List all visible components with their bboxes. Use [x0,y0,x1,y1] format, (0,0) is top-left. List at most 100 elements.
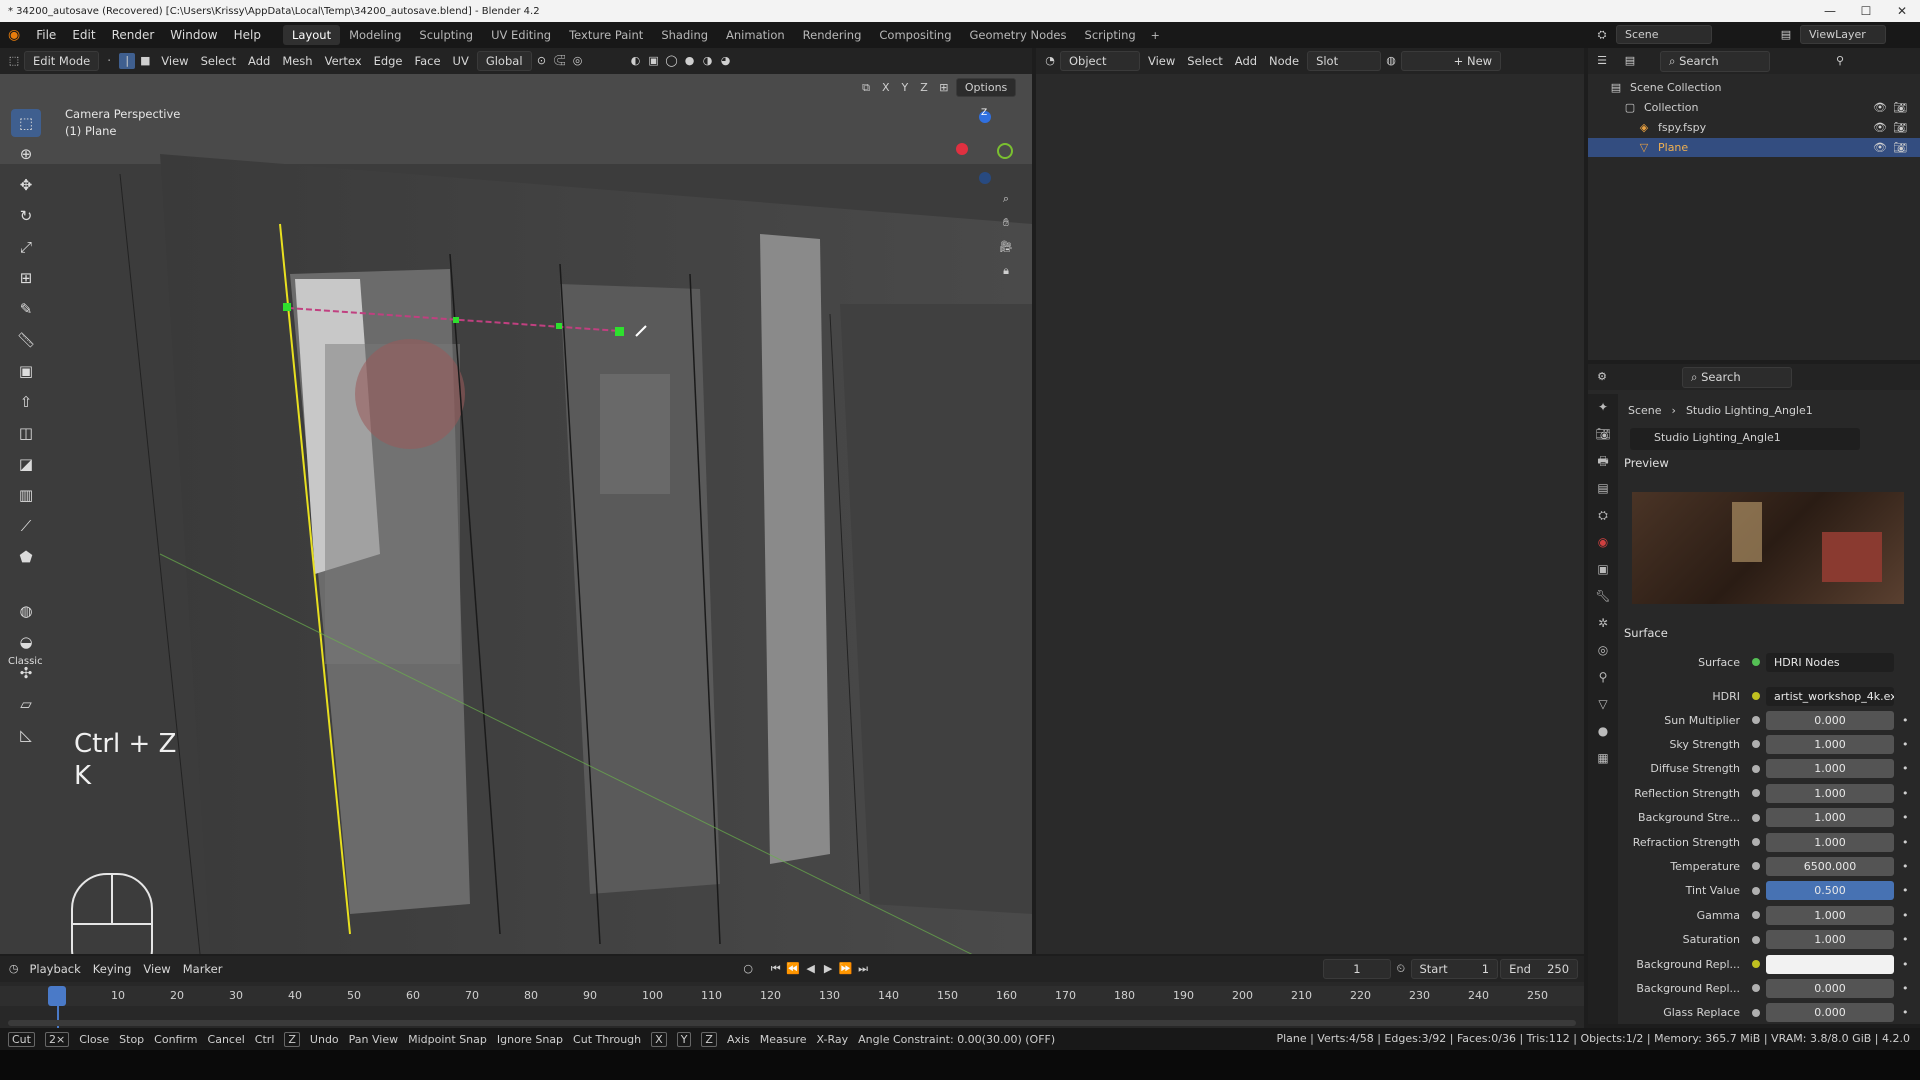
keyframe-dot-icon[interactable]: • [1902,738,1909,751]
outliner-editor-icon[interactable]: ☰ [1594,53,1610,69]
axis-x[interactable]: X [878,81,894,94]
face-select-icon[interactable]: ■ [137,53,153,69]
properties-editor-icon[interactable]: ⚙ [1594,369,1610,385]
tool-scale[interactable]: ⤢ [11,233,41,261]
tool-add-cube[interactable]: ▣ [11,357,41,385]
tab-shading[interactable]: Shading [652,25,717,45]
hdri-value[interactable]: artist_workshop_4k.exr.... [1766,686,1894,706]
keyframe-dot-icon[interactable]: • [1902,836,1909,849]
tool-inset[interactable]: ◫ [11,419,41,447]
shader-node-editor[interactable] [1036,74,1584,954]
viewport-menu-mesh[interactable]: Mesh [276,52,318,70]
jump-start-icon[interactable]: ⏮ [768,961,783,977]
timeline-menu-marker[interactable]: Marker [177,960,229,978]
viewport-menu-view[interactable]: View [155,52,194,70]
texture-tab-icon[interactable]: ▦ [1588,745,1618,772]
tool-rip[interactable]: ◺ [11,721,41,749]
material-shading-icon[interactable]: ◑ [700,53,716,69]
keyframe-dot-icon[interactable]: • [1902,958,1909,971]
render-camera-icon[interactable]: 📷︎ [1892,140,1908,156]
keyframe-dot-icon[interactable]: • [1902,884,1909,897]
view-layer-tab-icon[interactable]: ▤ [1588,475,1618,502]
prev-key-icon[interactable]: ⏪ [785,961,800,977]
display-mode-icon[interactable]: ▤ [1622,53,1638,69]
axis-z[interactable]: Z [916,81,932,94]
field-value[interactable]: 1.000 [1766,783,1894,803]
wireframe-shading-icon[interactable]: ◯ [664,53,680,69]
field-value[interactable]: 0.000 [1766,1003,1894,1023]
render-shading-icon[interactable]: ◕ [718,53,734,69]
zoom-icon[interactable]: ⌕ [998,191,1014,207]
constraints-tab-icon[interactable]: ⚲ [1588,664,1618,691]
automerge-icon[interactable]: ⊞ [936,80,952,96]
proportional-icon[interactable]: ◎ [570,53,586,69]
shader-editor-icon[interactable]: ◔ [1042,53,1058,69]
visibility-eye-icon[interactable]: 👁︎ [1872,120,1888,136]
current-frame[interactable]: 1 [1322,959,1392,979]
clock-icon[interactable]: ⏲ [1393,961,1408,977]
mode-selector[interactable]: Edit Mode [24,51,100,71]
menu-window[interactable]: Window [162,28,225,42]
keyframe-dot-icon[interactable]: • [1902,909,1909,922]
keyframe-dot-icon[interactable]: • [1902,787,1909,800]
menu-edit[interactable]: Edit [64,28,103,42]
snap-icon[interactable]: 🧲︎ [552,53,568,69]
scene-icon[interactable]: ⛭ [1594,27,1610,43]
tool-extrude[interactable]: ⇧ [11,388,41,416]
minimize-button[interactable]: — [1812,0,1848,22]
tool-move[interactable]: ✥ [11,171,41,199]
field-value[interactable]: 1.000 [1766,759,1894,779]
tool-cursor[interactable]: ⊕ [11,140,41,168]
playhead[interactable] [48,986,66,1006]
editor-type-icon[interactable]: ⬚ [6,53,22,69]
node-menu-node[interactable]: Node [1263,52,1305,70]
tool-smooth[interactable]: ◒ [11,628,41,656]
material-tab-icon[interactable]: ● [1588,718,1618,745]
start-frame[interactable]: Start 1 [1410,959,1499,979]
scene-tab-icon[interactable]: ⛭ [1588,502,1618,529]
tab-texture-paint[interactable]: Texture Paint [560,25,652,45]
outliner-search[interactable]: ⌕ Search [1660,50,1770,72]
vertex-select-icon[interactable]: ⋅ [101,53,117,69]
field-value[interactable]: 1.000 [1766,808,1894,828]
next-key-icon[interactable]: ⏩ [838,961,853,977]
tab-geometry-nodes[interactable]: Geometry Nodes [961,25,1076,45]
timeline-menu-playback[interactable]: Playback [23,960,86,978]
3d-viewport[interactable]: Camera Perspective (1) Plane Ctrl + Z K … [0,74,1032,954]
solid-shading-icon[interactable]: ● [682,53,698,69]
keyframe-dot-icon[interactable]: • [1902,811,1909,824]
play-icon[interactable]: ▶ [820,961,835,977]
world-selector[interactable]: Studio Lighting_Angle1 [1630,428,1860,450]
camera-view-icon[interactable]: 🎥︎ [998,239,1014,255]
viewport-menu-add[interactable]: Add [242,52,276,70]
field-value[interactable]: 1.000 [1766,930,1894,950]
tab-compositing[interactable]: Compositing [870,25,960,45]
surface-value[interactable]: HDRI Nodes [1766,652,1894,672]
field-value[interactable]: 0.000 [1766,978,1894,998]
viewport-menu-vertex[interactable]: Vertex [319,52,368,70]
tool-tab-icon[interactable]: ✦ [1588,394,1618,421]
tool-bevel[interactable]: ◪ [11,450,41,478]
add-workspace-icon[interactable]: + [1145,29,1166,42]
overlay-icon[interactable]: ◐ [628,53,644,69]
new-material-button[interactable]: + New [1401,51,1502,71]
play-reverse-icon[interactable]: ◀ [803,961,818,977]
mirror-icon[interactable]: ⧉ [858,80,874,96]
options-dropdown[interactable]: Options [955,78,1017,97]
keyframe-dot-icon[interactable]: • [1902,982,1909,995]
tool-transform[interactable]: ⊞ [11,264,41,292]
surface-section[interactable]: Surface [1624,626,1668,640]
keyframe-dot-icon[interactable]: • [1902,762,1909,775]
world-tab-icon[interactable]: ◉ [1588,529,1618,556]
outliner-item-scene-collection[interactable]: ▤ Scene Collection [1588,78,1920,97]
physics-tab-icon[interactable]: ◎ [1588,637,1618,664]
keyframe-dot-icon[interactable]: • [1902,860,1909,873]
visibility-eye-icon[interactable]: 👁︎ [1872,100,1888,116]
tool-annotate[interactable]: ✎ [11,295,41,323]
tab-scripting[interactable]: Scripting [1076,25,1145,45]
tool-loop-cut[interactable]: ▥ [11,481,41,509]
pan-hand-icon[interactable]: ✋︎ [998,215,1014,231]
menu-file[interactable]: File [28,28,64,42]
pivot-icon[interactable]: ⊙ [534,53,550,69]
tool-knife[interactable]: ⟋ [11,512,41,540]
